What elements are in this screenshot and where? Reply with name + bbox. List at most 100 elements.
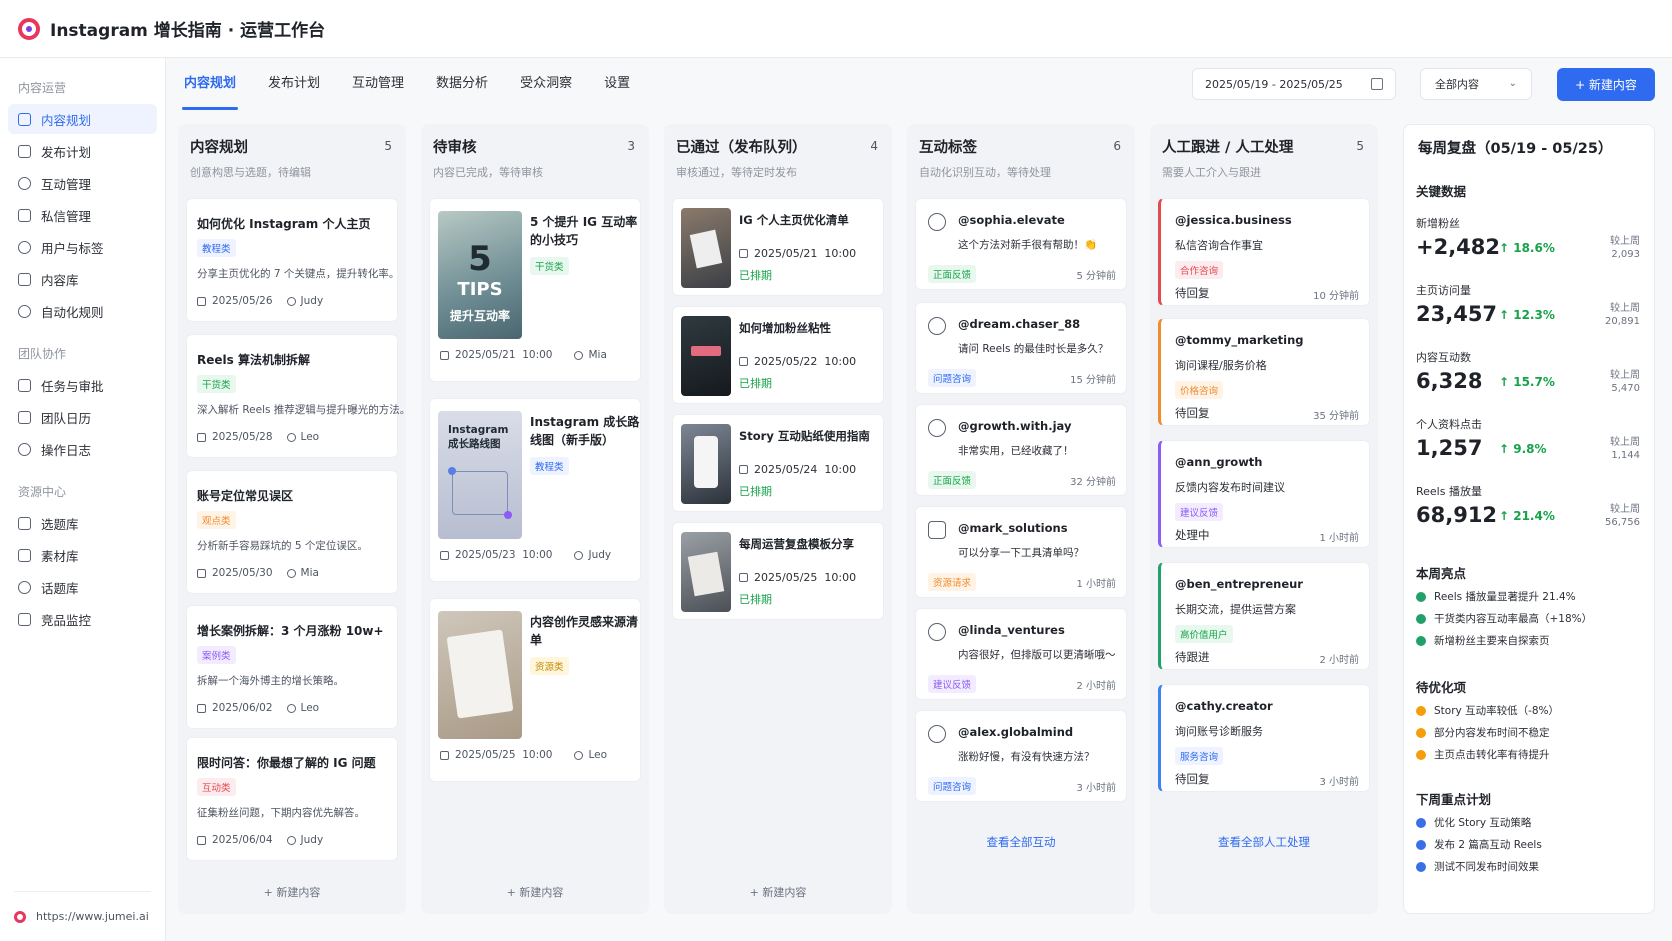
queue-card[interactable]: Story 互动贴纸使用指南 2025/05/24 10:00 已排期	[672, 414, 884, 512]
calendar-icon	[197, 703, 206, 713]
card-schedule: 2025/05/22 10:00	[739, 355, 856, 368]
sidebar-item-users-tags[interactable]: 用户与标签	[8, 232, 157, 262]
content-card[interactable]: 内容创作灵感来源清单 资源类 2025/05/25 10:00 Leo	[429, 598, 641, 782]
card-tag: 干货类	[530, 257, 569, 275]
calendar-icon	[18, 144, 31, 158]
followup-card[interactable]: @tommy_marketing 询问课程/服务价格 价格咨询 待回复 35 分…	[1158, 318, 1370, 426]
followup-card[interactable]: @ben_entrepreneur 长期交流，提供运营方案 高价值用户 待跟进 …	[1158, 562, 1370, 670]
sidebar-item-content-planning[interactable]: 内容规划	[8, 104, 157, 134]
metric-label: Reels 播放量	[1416, 485, 1482, 498]
improve-heading: 待优化项	[1416, 680, 1467, 695]
metric-change: ↑ 21.4%	[1499, 509, 1555, 523]
sidebar-item-hashtags[interactable]: 话题库	[8, 572, 157, 602]
metric-value: 23,457	[1416, 302, 1498, 326]
content-card[interactable]: 账号定位常见误区 观点类 分析新手容易踩坑的 5 个定位误区。 2025/05/…	[186, 470, 398, 594]
interaction-card[interactable]: @mark_solutions 可以分享一下工具清单吗？ 资源请求 1 小时前	[915, 506, 1127, 598]
topic-icon	[18, 516, 31, 530]
column-subtitle: 需要人工介入与跟进	[1162, 166, 1261, 179]
sidebar-item-publish-plan[interactable]: 发布计划	[8, 136, 157, 166]
view-all-interactions-link[interactable]: 查看全部互动	[907, 834, 1135, 850]
column-title: 内容规划	[190, 140, 248, 156]
view-all-followups-link[interactable]: 查看全部人工处理	[1150, 834, 1378, 850]
interaction-card[interactable]: @growth.with.jay 非常实用，已经收藏了！ 正面反馈 32 分钟前	[915, 404, 1127, 496]
sidebar-item-topics[interactable]: 选题库	[8, 508, 157, 538]
content-filter-select[interactable]: 全部内容 ⌄	[1420, 68, 1532, 100]
sidebar-item-team-calendar[interactable]: 团队日历	[8, 402, 157, 432]
tab-settings[interactable]: 设置	[604, 58, 630, 110]
calendar-icon	[440, 350, 449, 360]
owner: Leo	[574, 749, 607, 761]
card-thumbnail	[438, 611, 522, 739]
add-content-button[interactable]: + 新建内容	[178, 884, 406, 900]
followup-card[interactable]: @ann_growth 反馈内容发布时间建议 建议反馈 处理中 1 小时前	[1158, 440, 1370, 548]
warning-icon	[1416, 749, 1426, 760]
content-card[interactable]: 增长案例拆解：3 个月涨粉 10w+ 案例类 拆解一个海外博主的增长策略。 20…	[186, 605, 398, 729]
tab-content-planning[interactable]: 内容规划	[181, 58, 239, 110]
sidebar-item-content-library[interactable]: 内容库	[8, 264, 157, 294]
card-description: 深入解析 Reels 推荐逻辑与提升曝光的方法。	[197, 404, 411, 416]
metric-change: ↑ 12.3%	[1499, 308, 1555, 322]
card-status: 已排期	[739, 593, 772, 606]
date-range-picker[interactable]: 2025/05/19 - 2025/05/25	[1192, 68, 1396, 100]
sidebar-item-interactions[interactable]: 互动管理	[8, 168, 157, 198]
status-text: 待回复	[1175, 286, 1210, 300]
card-status: 已排期	[739, 377, 772, 390]
user-handle: @ben_entrepreneur	[1175, 577, 1303, 591]
followup-card[interactable]: @cathy.creator 询问账号诊断服务 服务咨询 待回复 3 小时前	[1158, 684, 1370, 792]
comment-text: 内容很好，但排版可以更清晰哦～	[958, 649, 1116, 661]
queue-card[interactable]: 如何增加粉丝粘性 2025/05/22 10:00 已排期	[672, 306, 884, 404]
sidebar-footer[interactable]: https://www.jumei.ai	[14, 891, 151, 941]
column-interactions: 互动标签 6 自动化识别互动，等待处理 @sophia.elevate 这个方法…	[907, 124, 1135, 914]
metric-value: 1,257	[1416, 436, 1483, 460]
card-thumbnail: Instagram 成长路线图	[438, 411, 522, 539]
status-text: 待回复	[1175, 406, 1210, 420]
add-content-button[interactable]: + 新建内容	[664, 884, 892, 900]
interaction-card[interactable]: @linda_ventures 内容很好，但排版可以更清晰哦～ 建议反馈 2 小…	[915, 608, 1127, 700]
sidebar-item-assets[interactable]: 素材库	[8, 540, 157, 570]
tab-audience[interactable]: 受众洞察	[520, 58, 572, 110]
user-handle: @alex.globalmind	[958, 725, 1074, 739]
top-bar: Instagram 增长指南 · 运营工作台	[0, 0, 1672, 58]
column-count: 5	[1356, 139, 1364, 153]
column-planning: 内容规划 5 创意构思与选题，待编辑 如何优化 Instagram 个人主页 教…	[178, 124, 410, 914]
highlight-item: 干货类内容互动率最高（+18%）	[1416, 611, 1592, 626]
card-title: Reels 算法机制拆解	[197, 353, 310, 367]
sidebar-item-logs[interactable]: 操作日志	[8, 434, 157, 464]
queue-card[interactable]: 每周运营复盘模板分享 2025/05/25 10:00 已排期	[672, 522, 884, 620]
tab-analytics[interactable]: 数据分析	[436, 58, 488, 110]
calendar-icon	[739, 357, 748, 366]
column-pending: 待审核 3 内容已完成，等待审核 5 TIPS 提升互动率 5 个提升 IG 互…	[421, 124, 649, 914]
plan-item: 测试不同发布时间效果	[1416, 859, 1539, 874]
chat-icon	[928, 419, 946, 437]
interaction-card[interactable]: @dream.chaser_88 请问 Reels 的最佳时长是多久？ 问题咨询…	[915, 302, 1127, 394]
comment-text: 可以分享一下工具清单吗？	[958, 547, 1084, 559]
add-content-button[interactable]: + 新建内容	[421, 884, 649, 900]
sidebar-item-tasks[interactable]: 任务与审批	[8, 370, 157, 400]
request-text: 长期交流，提供运营方案	[1175, 603, 1296, 616]
content-card[interactable]: Reels 算法机制拆解 干货类 深入解析 Reels 推荐逻辑与提升曝光的方法…	[186, 334, 410, 458]
sidebar-item-automation[interactable]: 自动化规则	[8, 296, 157, 326]
sidebar-item-messages[interactable]: 私信管理	[8, 200, 157, 230]
highlights-heading: 本周亮点	[1416, 566, 1467, 581]
content-card[interactable]: 限时问答：你最想了解的 IG 问题 互动类 征集粉丝问题，下期内容优先解答。 2…	[186, 737, 398, 861]
owner: Leo	[287, 431, 320, 443]
followup-card[interactable]: @jessica.business 私信咨询合作事宜 合作咨询 待回复 10 分…	[1158, 198, 1370, 306]
interaction-card[interactable]: @alex.globalmind 涨粉好慢，有没有快速方法？ 问题咨询 3 小时…	[915, 710, 1127, 802]
content-card[interactable]: Instagram 成长路线图 Instagram 成长路线图（新手版） 教程类…	[429, 398, 641, 582]
column-count: 3	[627, 139, 635, 153]
chat-icon	[928, 213, 946, 231]
new-content-button[interactable]: + 新建内容	[1557, 68, 1655, 101]
queue-card[interactable]: IG 个人主页优化清单 2025/05/21 10:00 已排期	[672, 198, 884, 296]
tab-interactions[interactable]: 互动管理	[352, 58, 404, 110]
content-card[interactable]: 如何优化 Instagram 个人主页 教程类 分享主页优化的 7 个关键点，提…	[186, 198, 399, 322]
followup-tag: 合作咨询	[1175, 261, 1224, 279]
content-card[interactable]: 5 TIPS 提升互动率 5 个提升 IG 互动率的小技巧 干货类 2025/0…	[429, 198, 641, 382]
sidebar-item-competitors[interactable]: 竞品监控	[8, 604, 157, 634]
interaction-card[interactable]: @sophia.elevate 这个方法对新手很有帮助！👏 正面反馈 5 分钟前	[915, 198, 1127, 290]
check-icon	[1416, 591, 1426, 602]
column-count: 5	[384, 139, 392, 153]
tab-publish-plan[interactable]: 发布计划	[268, 58, 320, 110]
user-handle: @tommy_marketing	[1175, 333, 1304, 347]
status-text: 待回复	[1175, 772, 1210, 786]
card-thumbnail	[681, 532, 731, 612]
